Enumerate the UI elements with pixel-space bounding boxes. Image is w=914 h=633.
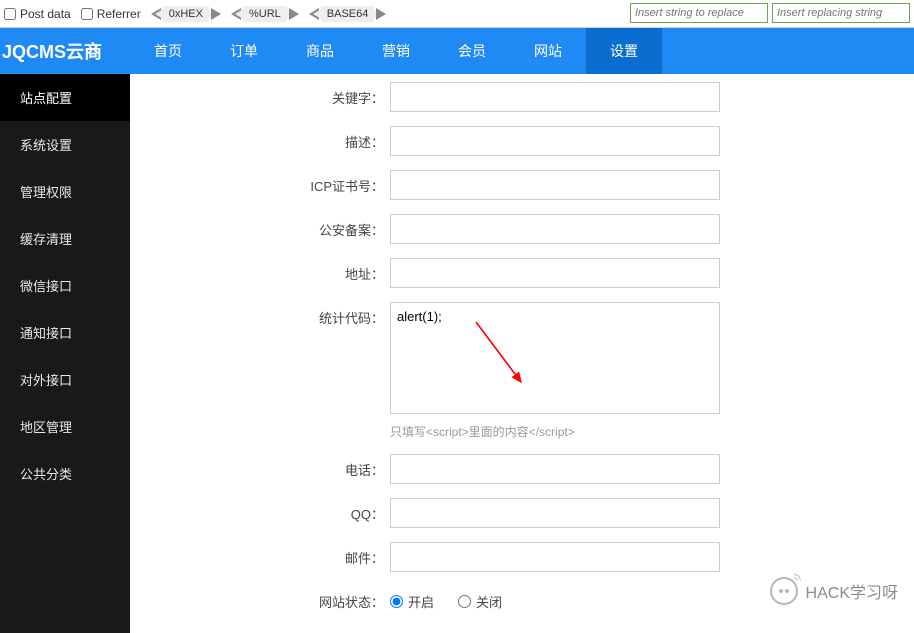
nav-orders[interactable]: 订单 xyxy=(206,28,282,74)
sidebar-item-wechat-api[interactable]: 微信接口 xyxy=(0,262,130,309)
sidebar-item-public-categories[interactable]: 公共分类 xyxy=(0,450,130,497)
nav-products[interactable]: 商品 xyxy=(282,28,358,74)
input-police[interactable] xyxy=(390,214,720,244)
radio-on-label: 开启 xyxy=(408,592,434,611)
input-desc[interactable] xyxy=(390,126,720,156)
textarea-stat-code[interactable] xyxy=(390,302,720,414)
nav-settings[interactable]: 设置 xyxy=(586,28,662,74)
radio-status-on[interactable]: 开启 xyxy=(390,592,434,611)
content-area: 关键字： 描述： ICP证书号： 公安备案： 地址： 统计代码： 只填写<scr… xyxy=(130,74,914,633)
label-status: 网站状态： xyxy=(130,586,390,611)
nav-items: 首页 订单 商品 营销 会员 网站 设置 xyxy=(130,28,662,74)
nav-site[interactable]: 网站 xyxy=(510,28,586,74)
url-encode-button[interactable]: %URL xyxy=(231,6,299,22)
sidebar: 站点配置 系统设置 管理权限 缓存清理 微信接口 通知接口 对外接口 地区管理 … xyxy=(0,74,130,633)
nav-home[interactable]: 首页 xyxy=(130,28,206,74)
sidebar-item-system-settings[interactable]: 系统设置 xyxy=(0,121,130,168)
referrer-label: Referrer xyxy=(97,7,141,21)
brand-logo: JQCMS云商 xyxy=(0,38,130,64)
help-stat: 只填写<script>里面的内容</script> xyxy=(390,423,720,440)
url-label: %URL xyxy=(243,6,287,22)
nav-members[interactable]: 会员 xyxy=(434,28,510,74)
label-keyword: 关键字： xyxy=(130,82,390,107)
nav-marketing[interactable]: 营销 xyxy=(358,28,434,74)
watermark-text: HACK学习呀 xyxy=(806,579,898,603)
referrer-checkbox[interactable]: Referrer xyxy=(81,7,141,21)
base64-label: BASE64 xyxy=(321,6,375,22)
postdata-checkbox[interactable]: Post data xyxy=(4,7,71,21)
input-email[interactable] xyxy=(390,542,720,572)
input-icp[interactable] xyxy=(390,170,720,200)
label-address: 地址： xyxy=(130,258,390,283)
postdata-checkbox-input[interactable] xyxy=(4,8,16,20)
sidebar-item-site-config[interactable]: 站点配置 xyxy=(0,74,130,121)
watermark: HACK学习呀 xyxy=(770,577,898,605)
replace-from-input[interactable] xyxy=(630,3,768,23)
hex-encode-button[interactable]: 0xHEX xyxy=(151,6,221,22)
radio-status-off-input[interactable] xyxy=(458,595,471,608)
label-police: 公安备案： xyxy=(130,214,390,239)
postdata-label: Post data xyxy=(20,7,71,21)
browser-ext-toolbar: Post data Referrer 0xHEX %URL BASE64 xyxy=(0,0,914,28)
label-stat: 统计代码： xyxy=(130,302,390,327)
label-phone: 电话： xyxy=(130,454,390,479)
main-nav: JQCMS云商 首页 订单 商品 营销 会员 网站 设置 xyxy=(0,28,914,74)
label-desc: 描述： xyxy=(130,126,390,151)
sidebar-item-external-api[interactable]: 对外接口 xyxy=(0,356,130,403)
sidebar-item-region-mgmt[interactable]: 地区管理 xyxy=(0,403,130,450)
input-address[interactable] xyxy=(390,258,720,288)
label-email: 邮件： xyxy=(130,542,390,567)
wechat-icon xyxy=(770,577,798,605)
input-phone[interactable] xyxy=(390,454,720,484)
base64-encode-button[interactable]: BASE64 xyxy=(309,6,387,22)
label-qq: QQ： xyxy=(130,498,390,523)
body: 站点配置 系统设置 管理权限 缓存清理 微信接口 通知接口 对外接口 地区管理 … xyxy=(0,74,914,633)
input-keyword[interactable] xyxy=(390,82,720,112)
radio-status-off[interactable]: 关闭 xyxy=(458,592,502,611)
hex-label: 0xHEX xyxy=(163,6,209,22)
replace-to-input[interactable] xyxy=(772,3,910,23)
sidebar-item-admin-perms[interactable]: 管理权限 xyxy=(0,168,130,215)
radio-status-on-input[interactable] xyxy=(390,595,403,608)
label-icp: ICP证书号： xyxy=(130,170,390,195)
referrer-checkbox-input[interactable] xyxy=(81,8,93,20)
radio-off-label: 关闭 xyxy=(476,592,502,611)
input-qq[interactable] xyxy=(390,498,720,528)
sidebar-item-notify-api[interactable]: 通知接口 xyxy=(0,309,130,356)
sidebar-item-cache-clear[interactable]: 缓存清理 xyxy=(0,215,130,262)
